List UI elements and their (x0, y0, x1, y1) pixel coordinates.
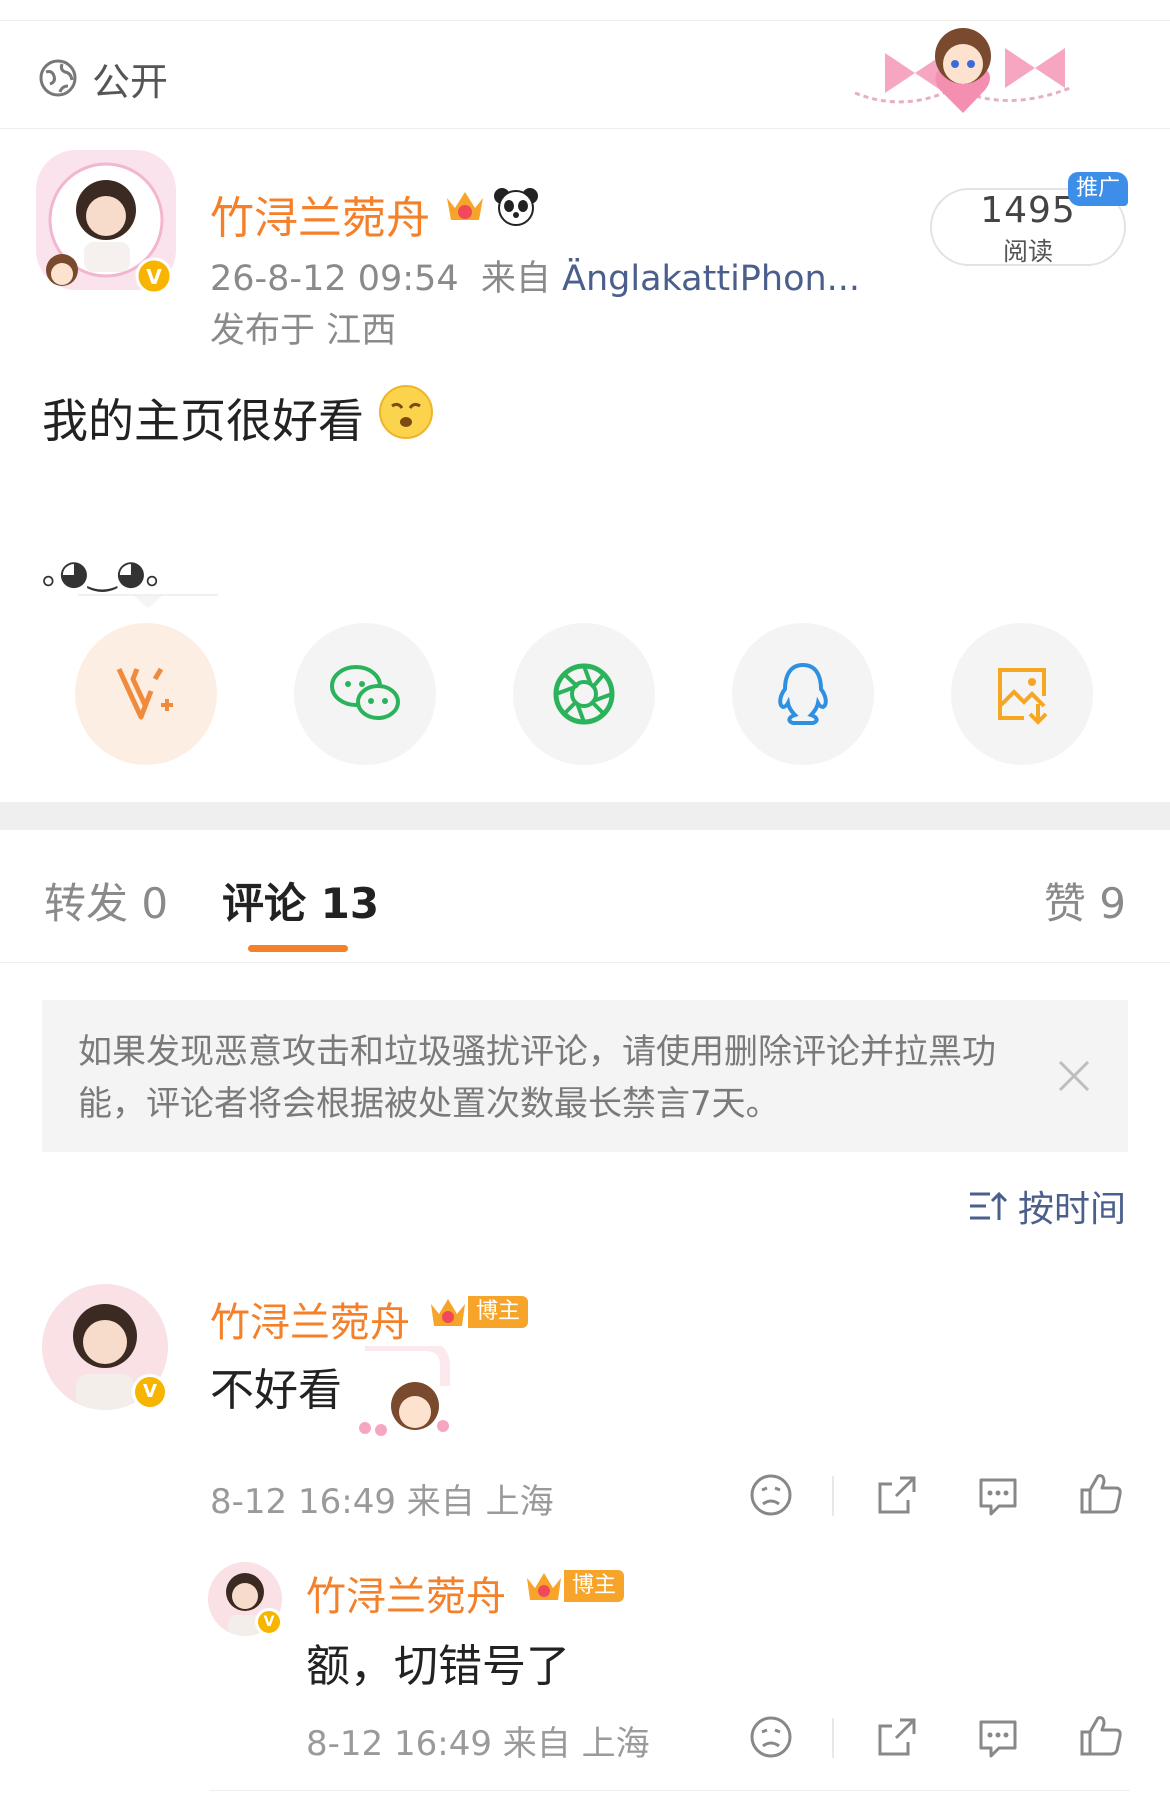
moments-icon (553, 663, 615, 725)
comment-icon[interactable] (975, 1472, 1021, 1518)
author-badge-label: 博主 (468, 1296, 529, 1328)
tooltip-pointer (134, 596, 162, 608)
author-avatar[interactable]: V (36, 150, 176, 300)
tabs-divider (0, 962, 1170, 963)
close-icon[interactable] (1052, 1054, 1096, 1098)
action-separator (832, 1718, 834, 1758)
section-band (0, 802, 1170, 830)
visibility-label: 公开 (92, 59, 169, 104)
sort-icon (969, 1191, 1008, 1220)
kaomoji: ｡◕‿◕｡ (42, 553, 163, 593)
visibility-divider (0, 128, 1170, 129)
tab-comment[interactable]: 评论 13 (222, 870, 379, 931)
share-qq-button[interactable] (732, 623, 874, 765)
author-badge: 博主 (524, 1568, 625, 1604)
share-v-plus-button[interactable] (75, 623, 217, 765)
save-image-button[interactable] (951, 623, 1093, 765)
tab-active-indicator (248, 945, 348, 952)
crown-badge-icon (527, 1573, 561, 1600)
comment-icon[interactable] (975, 1714, 1021, 1760)
sad-face-icon[interactable] (748, 1472, 794, 1518)
reply-text: 额，切错号了 (306, 1641, 570, 1692)
author-badge-label: 博主 (564, 1570, 625, 1602)
action-separator (832, 1476, 834, 1516)
share-out-icon[interactable] (874, 1714, 920, 1760)
comment-divider (210, 1790, 1130, 1791)
crown-badge-icon (431, 1299, 465, 1326)
like-icon[interactable] (1078, 1470, 1124, 1516)
v-plus-icon (116, 667, 173, 720)
decorative-sticker (854, 28, 1071, 113)
like-icon[interactable] (1078, 1712, 1124, 1758)
notice-text: 如果发现恶意攻击和垃圾骚扰评论，请使用删除评论并拉黑功能，评论者将会根据被处置次… (78, 1032, 996, 1124)
yawn-emoji-icon (379, 385, 433, 439)
read-label: 阅读 (1002, 237, 1053, 266)
share-wechat-button[interactable] (294, 623, 436, 765)
sort-button[interactable]: 按时间 (968, 1180, 1126, 1232)
post-meta: 26-8-12 09:54 来自 ÄnglakattiPhon... (210, 250, 860, 301)
svg-text:V: V (146, 265, 162, 289)
comment-time: 8-12 16:49 来自 上海 (210, 1482, 554, 1522)
sort-label: 按时间 (1017, 1189, 1126, 1230)
verified-badge: V (255, 1608, 283, 1636)
author-name[interactable]: 竹浔兰菀舟 (210, 182, 430, 246)
post-source[interactable]: ÄnglakattiPhon... (562, 259, 860, 299)
crown-badge-icon (447, 192, 483, 220)
globe-icon (39, 59, 77, 97)
verified-badge: V (132, 1374, 168, 1410)
reply-author[interactable]: 竹浔兰菀舟 (306, 1564, 506, 1622)
reply-time: 8-12 16:49 来自 上海 (306, 1724, 650, 1764)
sad-face-icon[interactable] (748, 1714, 794, 1760)
qq-icon (778, 662, 828, 725)
share-moments-button[interactable] (513, 623, 655, 765)
tab-forward[interactable]: 转发 0 (44, 870, 168, 931)
wechat-icon (330, 665, 400, 720)
promo-tag[interactable]: 推广 (1068, 172, 1128, 206)
comment-text: 不好看 (210, 1365, 342, 1416)
post-location: 发布于 江西 (210, 311, 397, 351)
share-out-icon[interactable] (874, 1472, 920, 1518)
visibility-row[interactable]: 公开 (38, 48, 168, 108)
post-time: 26-8-12 09:54 (210, 259, 459, 299)
panda-icon (494, 188, 538, 226)
tab-like[interactable]: 赞 9 (1044, 870, 1126, 931)
author-badge: 博主 (428, 1294, 529, 1330)
post-text: 我的主页很好看 (42, 394, 364, 448)
save-image-icon (998, 668, 1048, 725)
comment-author[interactable]: 竹浔兰菀舟 (210, 1290, 410, 1348)
bubble-decoration-icon (359, 1346, 450, 1436)
from-prefix: 来自 (480, 259, 551, 299)
